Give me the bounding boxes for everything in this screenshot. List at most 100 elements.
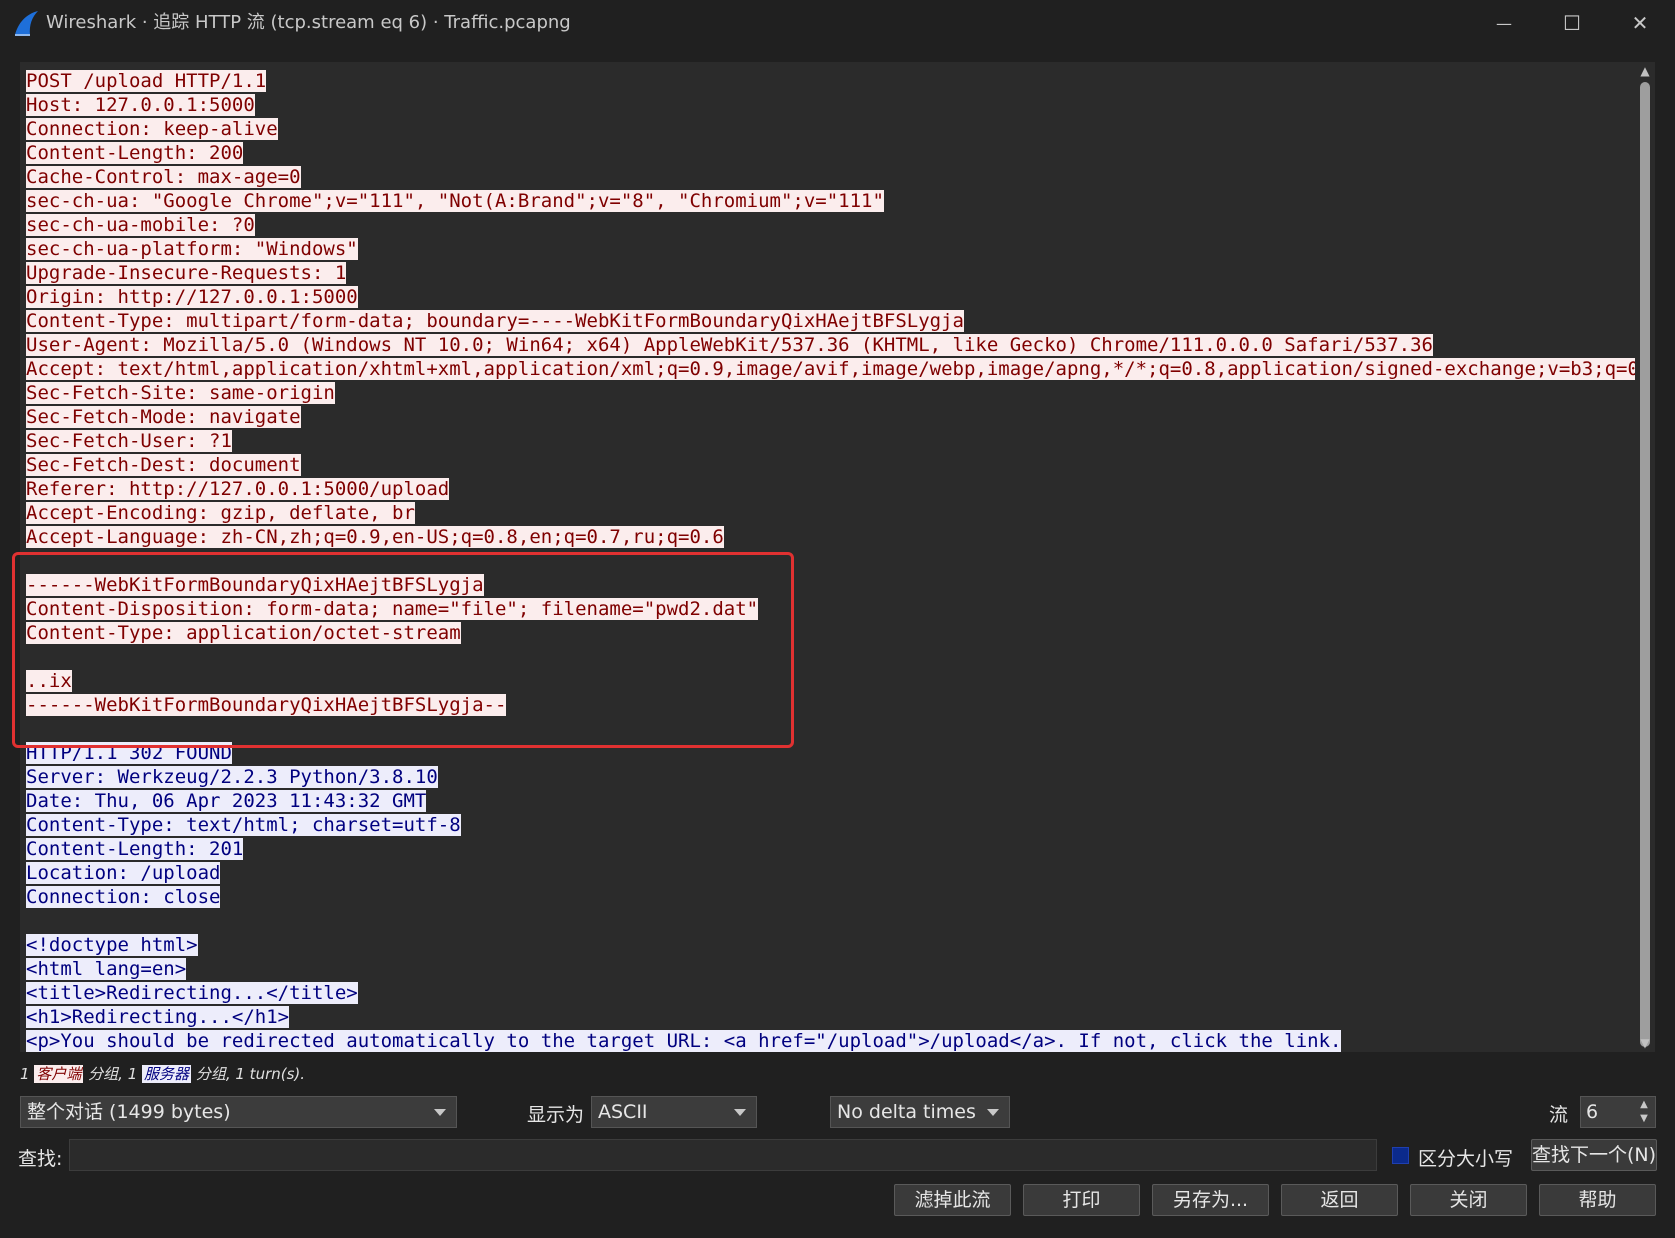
server-text: Date: Thu, 06 Apr 2023 11:43:32 GMT <box>26 790 427 812</box>
maximize-icon: ☐ <box>1563 11 1581 35</box>
server-text: Connection: close <box>26 886 221 908</box>
client-text: User-Agent: Mozilla/5.0 (Windows NT 10.0… <box>26 334 1433 356</box>
close-window-button[interactable]: ✕ <box>1606 0 1674 46</box>
help-button[interactable]: 帮助 <box>1539 1184 1656 1216</box>
client-text: ------WebKitFormBoundaryQixHAejtBFSLygja… <box>26 694 507 716</box>
back-button[interactable]: 返回 <box>1281 1184 1398 1216</box>
stream-line: Upgrade-Insecure-Requests: 1 <box>26 261 1635 285</box>
stream-line <box>26 645 1635 669</box>
client-text: Host: 127.0.0.1:5000 <box>26 94 255 116</box>
minimize-button[interactable]: — <box>1470 0 1538 46</box>
title-bar: Wireshark · 追踪 HTTP 流 (tcp.stream eq 6) … <box>0 0 1675 46</box>
client-text: Accept-Language: zh-CN,zh;q=0.9,en-US;q=… <box>26 526 724 548</box>
stream-line: Date: Thu, 06 Apr 2023 11:43:32 GMT <box>26 789 1635 813</box>
client-text: Sec-Fetch-Site: same-origin <box>26 382 335 404</box>
find-input[interactable] <box>69 1139 1377 1171</box>
stream-line: User-Agent: Mozilla/5.0 (Windows NT 10.0… <box>26 333 1635 357</box>
stream-line <box>26 549 1635 573</box>
client-text: Sec-Fetch-User: ?1 <box>26 430 232 452</box>
stream-content-pane[interactable]: POST /upload HTTP/1.1 Host: 127.0.0.1:500… <box>20 62 1635 1052</box>
client-text: Referer: http://127.0.0.1:5000/upload <box>26 478 450 500</box>
filter-out-stream-button[interactable]: 滤掉此流 <box>894 1184 1011 1216</box>
client-suffix: 分组, <box>88 1065 123 1083</box>
scroll-thumb[interactable] <box>1640 82 1650 1047</box>
stream-number-spinbox[interactable]: 6 ▲ ▼ <box>1580 1096 1656 1128</box>
stream-line: Accept-Language: zh-CN,zh;q=0.9,en-US;q=… <box>26 525 1635 549</box>
stream-summary: 1 客户端 分组, 1 服务器 分组, 1 turn(s). <box>20 1062 305 1086</box>
show-as-select[interactable]: ASCII <box>591 1096 757 1128</box>
close-button[interactable]: 关闭 <box>1410 1184 1527 1216</box>
stream-line: Content-Length: 200 <box>26 141 1635 165</box>
wireshark-logo-icon <box>15 11 38 36</box>
client-text: ------WebKitFormBoundaryQixHAejtBFSLygja <box>26 574 484 596</box>
conversation-select[interactable]: 整个对话 (1499 bytes) <box>20 1096 457 1128</box>
delta-times-value: No delta times <box>837 1101 976 1123</box>
stream-line: <h1>Redirecting...</h1> <box>26 1005 1635 1029</box>
stream-line: ------WebKitFormBoundaryQixHAejtBFSLygja <box>26 573 1635 597</box>
stream-line: Accept: text/html,application/xhtml+xml,… <box>26 357 1635 381</box>
client-text: Upgrade-Insecure-Requests: 1 <box>26 262 347 284</box>
minimize-icon: — <box>1496 13 1512 33</box>
case-sensitive-checkbox[interactable] <box>1392 1147 1409 1164</box>
stream-line: Cache-Control: max-age=0 <box>26 165 1635 189</box>
stream-line <box>26 717 1635 741</box>
find-next-button[interactable]: 查找下一个(N) <box>1531 1139 1657 1171</box>
stream-line: Content-Type: application/octet-stream <box>26 621 1635 645</box>
stream-line: Host: 127.0.0.1:5000 <box>26 93 1635 117</box>
turns-count: 1 turn(s). <box>235 1065 306 1083</box>
server-text: Server: Werkzeug/2.2.3 Python/3.8.10 <box>26 766 438 788</box>
stream-line: Content-Type: multipart/form-data; bound… <box>26 309 1635 333</box>
stream-line: Content-Type: text/html; charset=utf-8 <box>26 813 1635 837</box>
stream-line: Server: Werkzeug/2.2.3 Python/3.8.10 <box>26 765 1635 789</box>
client-text: Cache-Control: max-age=0 <box>26 166 301 188</box>
client-packet-count: 1 <box>20 1065 30 1083</box>
stream-line: <!doctype html> <box>26 933 1635 957</box>
maximize-button[interactable]: ☐ <box>1538 0 1606 46</box>
stream-line: Connection: close <box>26 885 1635 909</box>
scroll-down-arrow-icon[interactable]: ▼ <box>1635 1034 1655 1052</box>
stream-line: sec-ch-ua-platform: "Windows" <box>26 237 1635 261</box>
chevron-down-icon <box>987 1109 999 1116</box>
save-as-button[interactable]: 另存为... <box>1152 1184 1269 1216</box>
stream-text[interactable]: POST /upload HTTP/1.1 Host: 127.0.0.1:500… <box>26 69 1635 1052</box>
chevron-down-icon <box>434 1109 446 1116</box>
stream-line: Sec-Fetch-Dest: document <box>26 453 1635 477</box>
spin-down-icon[interactable]: ▼ <box>1636 1112 1652 1126</box>
stream-line: Origin: http://127.0.0.1:5000 <box>26 285 1635 309</box>
server-text: Content-Length: 201 <box>26 838 244 860</box>
client-text: sec-ch-ua-mobile: ?0 <box>26 214 255 236</box>
stream-line: Content-Disposition: form-data; name="fi… <box>26 597 1635 621</box>
stream-line: Sec-Fetch-User: ?1 <box>26 429 1635 453</box>
conversation-select-value: 整个对话 (1499 bytes) <box>27 1101 231 1123</box>
client-text: Accept: text/html,application/xhtml+xml,… <box>26 358 1635 380</box>
server-text: <p>You should be redirected automaticall… <box>26 1030 1342 1052</box>
stream-line <box>26 909 1635 933</box>
client-text: Content-Type: application/octet-stream <box>26 622 461 644</box>
stream-line: <p>You should be redirected automaticall… <box>26 1029 1635 1052</box>
client-text: Content-Disposition: form-data; name="fi… <box>26 598 759 620</box>
stream-number-value: 6 <box>1586 1101 1599 1123</box>
client-text: Sec-Fetch-Mode: navigate <box>26 406 301 428</box>
server-suffix: 分组, <box>195 1065 231 1083</box>
chevron-down-icon <box>734 1109 746 1116</box>
client-text: Connection: keep-alive <box>26 118 278 140</box>
server-text: <html lang=en> <box>26 958 187 980</box>
delta-times-select[interactable]: No delta times <box>830 1096 1010 1128</box>
stream-line: sec-ch-ua: "Google Chrome";v="111", "Not… <box>26 189 1635 213</box>
stream-line: <html lang=en> <box>26 957 1635 981</box>
print-button[interactable]: 打印 <box>1023 1184 1140 1216</box>
stream-line: Sec-Fetch-Mode: navigate <box>26 405 1635 429</box>
spin-up-icon[interactable]: ▲ <box>1636 1098 1652 1112</box>
server-packet-count: 1 <box>127 1065 138 1083</box>
stream-line: Accept-Encoding: gzip, deflate, br <box>26 501 1635 525</box>
server-tag: 服务器 <box>142 1065 192 1083</box>
vertical-scrollbar[interactable]: ▲ ▼ <box>1635 62 1655 1052</box>
client-text: Origin: http://127.0.0.1:5000 <box>26 286 358 308</box>
stream-line: sec-ch-ua-mobile: ?0 <box>26 213 1635 237</box>
scroll-up-arrow-icon[interactable]: ▲ <box>1635 62 1655 80</box>
show-as-value: ASCII <box>598 1101 648 1123</box>
case-sensitive-label: 区分大小写 <box>1418 1148 1514 1170</box>
client-text: Accept-Encoding: gzip, deflate, br <box>26 502 415 524</box>
show-as-label: 显示为 <box>527 1104 585 1126</box>
stream-line: POST /upload HTTP/1.1 <box>26 69 1635 93</box>
